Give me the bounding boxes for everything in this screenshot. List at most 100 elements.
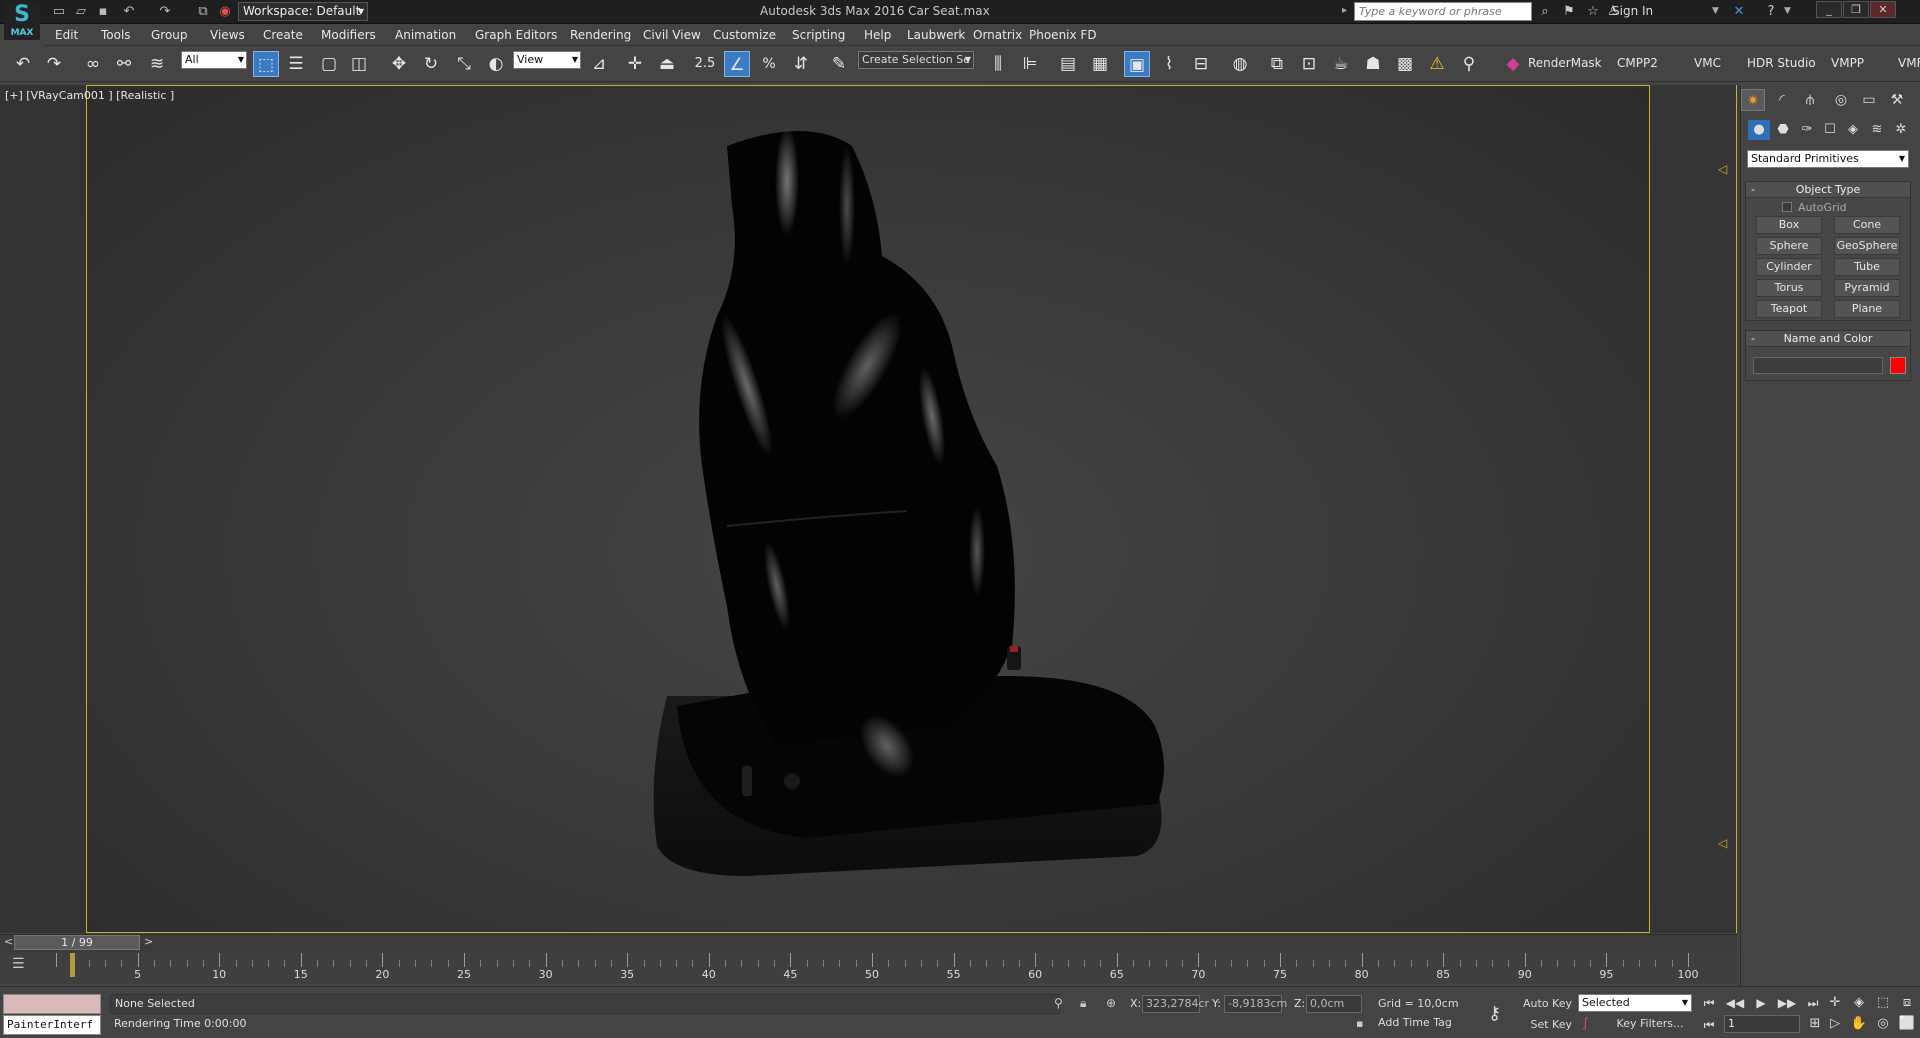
render-pin-icon[interactable]: ⚲	[1456, 51, 1482, 77]
bind-space-warp-icon[interactable]: ≋	[144, 51, 170, 77]
time-config-icon[interactable]: ⊞	[1804, 1015, 1826, 1033]
spinner-snap-icon[interactable]: ⇵	[788, 51, 814, 77]
absolute-mode-icon[interactable]: ⊕	[1106, 996, 1116, 1010]
key-filters-button[interactable]: Key Filters...	[1610, 1015, 1690, 1033]
exchange-apps-icon[interactable]: ✕	[1730, 3, 1748, 21]
workspace-dropdown[interactable]: Workspace: Default ▼	[238, 2, 368, 21]
signin-chevron-icon[interactable]: ▼	[1712, 6, 1719, 16]
object-color-swatch[interactable]	[1890, 357, 1906, 374]
plugin-rendermask[interactable]: RenderMask	[1528, 56, 1602, 70]
communication-center-icon[interactable]: ⚑	[1560, 3, 1578, 21]
y-coord-field[interactable]: -8,9183cm	[1224, 995, 1287, 1013]
mini-curve-editor-icon[interactable]: ☰	[12, 956, 34, 974]
time-tag-icon[interactable]: ▪	[1356, 1017, 1363, 1030]
favorites-star-icon[interactable]: ☆	[1584, 3, 1602, 21]
warning-icon[interactable]: ⚠	[1424, 51, 1450, 77]
snaps-toggle-icon[interactable]: 2.5	[692, 51, 718, 77]
cone-button[interactable]: Cone	[1834, 216, 1900, 234]
sphere-button[interactable]: Sphere	[1756, 237, 1822, 255]
render-production-icon[interactable]: ☕	[1328, 51, 1354, 77]
name-and-color-header[interactable]: - Name and Color	[1746, 331, 1910, 347]
search-expand-icon[interactable]: ▸	[1342, 5, 1347, 16]
default-tangent-icon[interactable]: ∫	[1582, 1016, 1589, 1031]
menu-rendering[interactable]: Rendering	[570, 26, 631, 44]
menu-edit[interactable]: Edit	[55, 26, 78, 44]
plane-button[interactable]: Plane	[1834, 300, 1900, 318]
plugin-vmpp[interactable]: VMPP	[1831, 56, 1864, 70]
zoom-all-icon[interactable]: ◈	[1848, 994, 1870, 1012]
scene-explorer-icon[interactable]: ▣	[1124, 51, 1150, 77]
render-in-cloud-icon[interactable]: ▩	[1392, 51, 1418, 77]
display-tab-icon[interactable]: ▭	[1857, 89, 1881, 111]
time-slider-track[interactable]	[0, 934, 1737, 952]
object-name-field[interactable]	[1753, 357, 1883, 374]
menu-animation[interactable]: Animation	[395, 26, 456, 44]
select-and-move-icon[interactable]: ✥	[386, 51, 412, 77]
percent-snap-icon[interactable]: %	[756, 51, 782, 77]
redo-icon[interactable]: ↷	[156, 3, 174, 21]
autogrid-checkbox[interactable]: AutoGrid	[1782, 201, 1847, 214]
pivot-center-icon[interactable]: ⊿	[586, 51, 612, 77]
app-menu-button[interactable]: S MAX	[4, 2, 40, 40]
viewport-label-menu[interactable]: [+] [VRayCam001 ] [Realistic ]	[5, 89, 174, 102]
time-slider-thumb[interactable]: 1 / 99	[14, 935, 140, 950]
selection-filter-dropdown[interactable]: All ▼	[181, 51, 247, 69]
plugin-vmf[interactable]: VMF	[1898, 56, 1920, 70]
edit-named-selection-icon[interactable]: ✎	[826, 51, 852, 77]
dolly-icon[interactable]: ▷	[1824, 1015, 1846, 1033]
zoom-extents-icon[interactable]: ⬚	[1872, 994, 1894, 1012]
render-iterative-icon[interactable]: ☗	[1360, 51, 1386, 77]
select-by-name-icon[interactable]: ☰	[283, 51, 309, 77]
go-to-start-icon[interactable]: ⏮	[1698, 994, 1720, 1012]
schematic-view-icon[interactable]: ⊟	[1188, 51, 1214, 77]
binoculars-icon[interactable]: ⌕	[1536, 3, 1554, 21]
menu-ornatrix[interactable]: Ornatrix	[973, 26, 1022, 44]
space-warps-icon[interactable]: ≋	[1866, 120, 1888, 140]
lights-icon[interactable]: ✑	[1796, 120, 1818, 140]
undo-icon[interactable]: ↶	[120, 3, 138, 21]
auto-key-button[interactable]: Auto Key	[1520, 995, 1572, 1013]
go-to-end-icon[interactable]: ⏭	[1802, 994, 1824, 1012]
close-button[interactable]: ✕	[1870, 1, 1896, 18]
current-frame-cursor[interactable]	[70, 953, 76, 977]
systems-icon[interactable]: ✲	[1890, 120, 1912, 140]
zoom-extents-all-icon[interactable]: ⧈	[1896, 994, 1918, 1012]
time-slider-next-icon[interactable]: >	[144, 935, 153, 948]
unlink-icon[interactable]: ⚯	[111, 51, 137, 77]
object-category-dropdown[interactable]: Standard Primitives ▼	[1747, 150, 1909, 168]
menu-group[interactable]: Group	[151, 26, 188, 44]
key-mode-toggle-icon[interactable]: ⏮	[1698, 1016, 1720, 1034]
geosphere-button[interactable]: GeoSphere	[1834, 237, 1900, 255]
menu-civil-view[interactable]: Civil View	[643, 26, 701, 44]
help-icon[interactable]: ?	[1762, 3, 1780, 21]
menu-modifiers[interactable]: Modifiers	[321, 26, 376, 44]
project-folder-icon[interactable]: ⧉	[194, 3, 212, 21]
rendered-frame-window-icon[interactable]: ⊡	[1296, 51, 1322, 77]
set-key-mode-icon[interactable]: ⚷	[1488, 1003, 1501, 1024]
torus-button[interactable]: Torus	[1756, 279, 1822, 297]
reference-coordinate-dropdown[interactable]: View ▼	[513, 51, 581, 69]
help-chevron-icon[interactable]: ▼	[1784, 6, 1791, 16]
window-crossing-icon[interactable]: ◫	[346, 51, 372, 77]
motion-tab-icon[interactable]: ◎	[1829, 89, 1853, 111]
menu-scripting[interactable]: Scripting	[792, 26, 845, 44]
named-selection-dropdown[interactable]: Create Selection Se ▼	[858, 51, 974, 69]
selection-lock-icon[interactable]: 🔒︎	[1080, 996, 1086, 1011]
menu-tools[interactable]: Tools	[101, 26, 131, 44]
select-manipulate-icon[interactable]: ✛	[622, 51, 648, 77]
menu-create[interactable]: Create	[263, 26, 303, 44]
geometry-icon[interactable]: ●	[1748, 120, 1770, 140]
undo-icon[interactable]: ↶	[10, 51, 36, 77]
select-and-link-icon[interactable]: ∞	[80, 51, 106, 77]
box-button[interactable]: Box	[1756, 216, 1822, 234]
pan-view-icon[interactable]: ✋	[1848, 1015, 1870, 1033]
plugin-cmpp2[interactable]: CMPP2	[1617, 56, 1658, 70]
reset-icon[interactable]: ◉	[216, 3, 234, 21]
shapes-icon[interactable]: ⬣	[1772, 120, 1794, 140]
cylinder-button[interactable]: Cylinder	[1756, 258, 1822, 276]
angle-snap-icon[interactable]: ∠	[724, 51, 750, 77]
zoom-icon[interactable]: ✛	[1824, 994, 1846, 1012]
key-mode-dropdown[interactable]: Selected ▼	[1578, 994, 1692, 1012]
toggle-ribbon-icon[interactable]: ▦	[1087, 51, 1113, 77]
cameras-icon[interactable]: ☐	[1819, 120, 1841, 140]
